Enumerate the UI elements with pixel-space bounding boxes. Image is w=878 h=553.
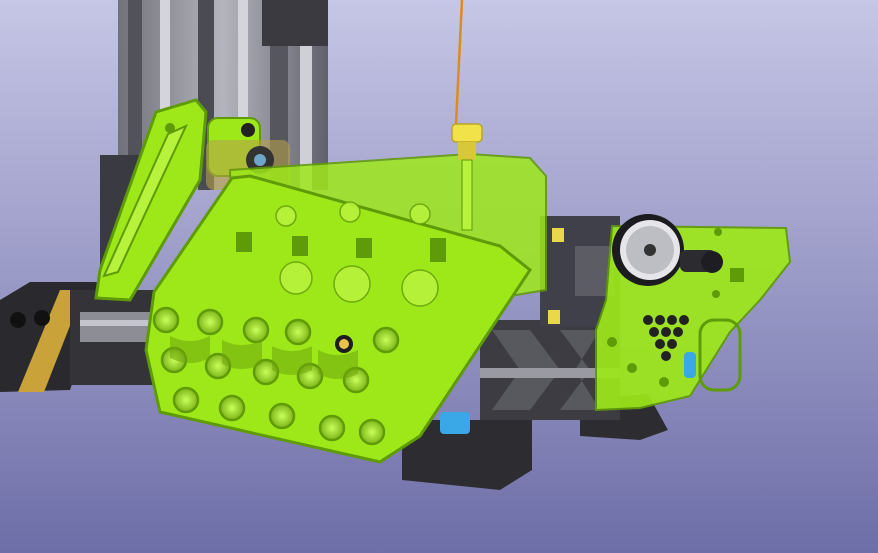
cad-3d-viewport[interactable] — [0, 0, 878, 553]
cad-scene — [0, 0, 878, 553]
left-black-carriage — [0, 282, 160, 392]
